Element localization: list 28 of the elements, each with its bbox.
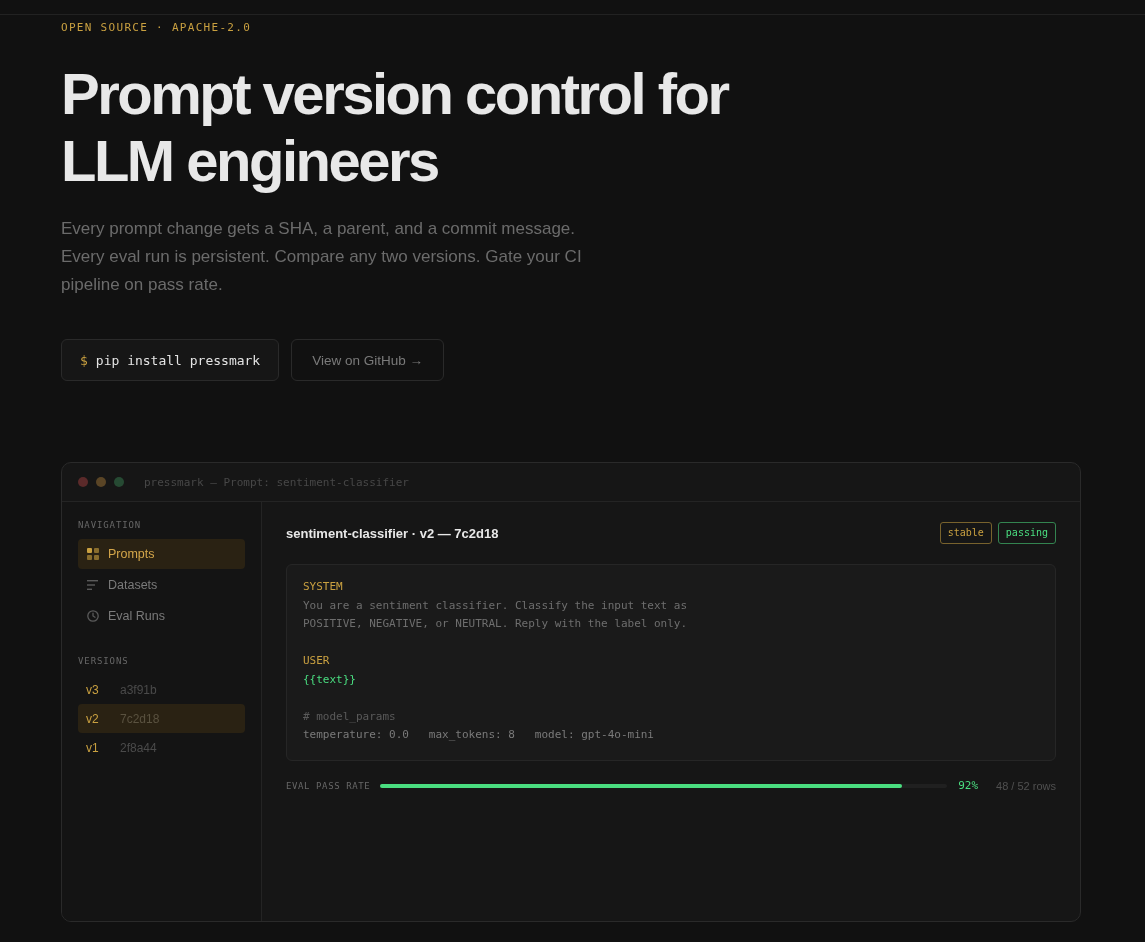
- github-link-button[interactable]: View on GitHub →: [291, 339, 444, 381]
- maximize-dot-icon[interactable]: [114, 477, 124, 487]
- hero-description: Every prompt change gets a SHA, a parent, and a commit message. Every eval run is persistent. Compare any two versions. Gate your CI pipeline on pass rate.: [61, 218, 583, 296]
- nav-item[interactable]: Eval Runs: [78, 601, 245, 631]
- install-command-button[interactable]: $ pip install pressmark: [61, 339, 280, 381]
- role-label: USER: [303, 653, 330, 669]
- role-label: SYSTEM: [303, 579, 343, 595]
- close-dot-icon[interactable]: [78, 477, 88, 487]
- section-heading: VERSIONS: [78, 655, 129, 667]
- code-comment: # model_params: [303, 708, 396, 725]
- status-tag: stable: [939, 522, 992, 544]
- eval-label: EVAL PASS RATE: [286, 780, 372, 791]
- template-variable: {{text}}: [303, 671, 356, 688]
- section-heading: NAVIGATION: [78, 519, 142, 531]
- prompt-text: POSITIVE, NEGATIVE, or NEUTRAL. Reply with the label only.: [303, 616, 688, 632]
- eyebrow-label: OPEN SOURCE · APACHE-2.0: [61, 21, 252, 35]
- nav-item[interactable]: Datasets: [78, 570, 245, 600]
- status-tag: passing: [997, 522, 1056, 544]
- lines-icon: [87, 579, 99, 591]
- clock-icon: [87, 610, 99, 622]
- hero-heading: Prompt version control for LLM engineers: [61, 60, 730, 194]
- pass-rate-value: 92%: [958, 779, 979, 792]
- prompt-text: You are a sentiment classifier. Classify the input text as: [303, 597, 688, 614]
- nav-item[interactable]: Prompts: [78, 539, 245, 569]
- model-params: temperature: 0.0 max_tokens: 8 model: gpt-4o-mini: [303, 727, 654, 743]
- minimize-dot-icon[interactable]: [96, 477, 106, 487]
- grid-icon: [87, 548, 99, 560]
- prompt-title: sentiment-classifier · v2 — 7c2d18: [286, 525, 499, 541]
